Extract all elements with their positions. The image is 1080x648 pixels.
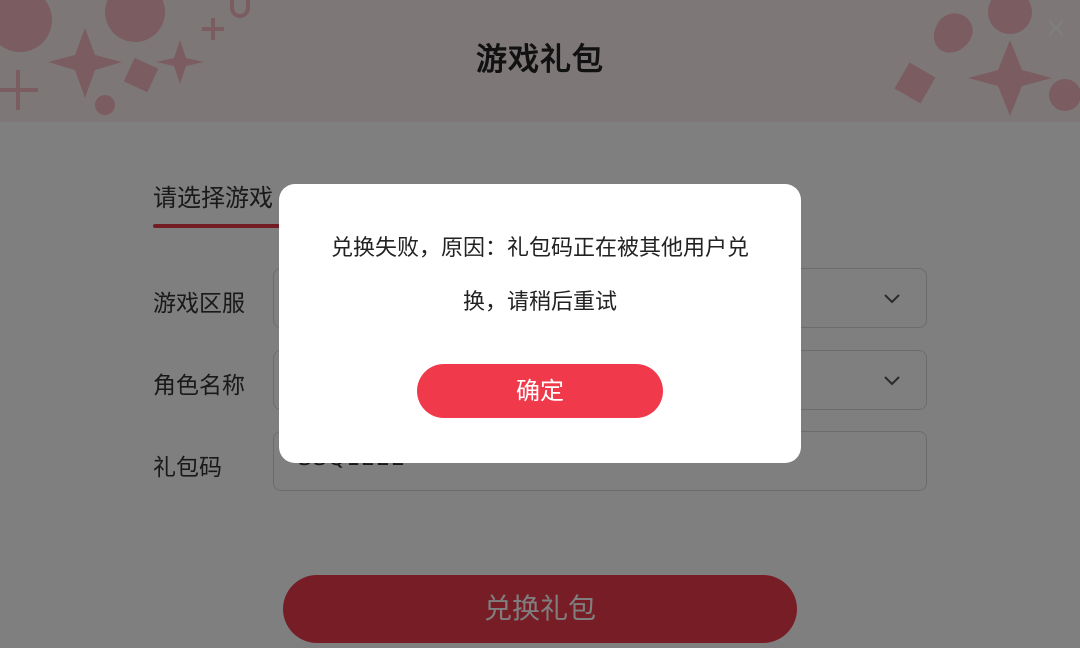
gift-pack-page: 游戏礼包 请选择游戏 游戏区服 角色名称 礼包码 SSQ1222 兑换礼包 兑换…	[0, 0, 1080, 648]
error-dialog: 兑换失败，原因：礼包码正在被其他用户兑换，请稍后重试 确定	[279, 184, 801, 463]
confirm-button[interactable]: 确定	[417, 364, 663, 418]
dialog-message: 兑换失败，原因：礼包码正在被其他用户兑换，请稍后重试	[330, 236, 749, 315]
